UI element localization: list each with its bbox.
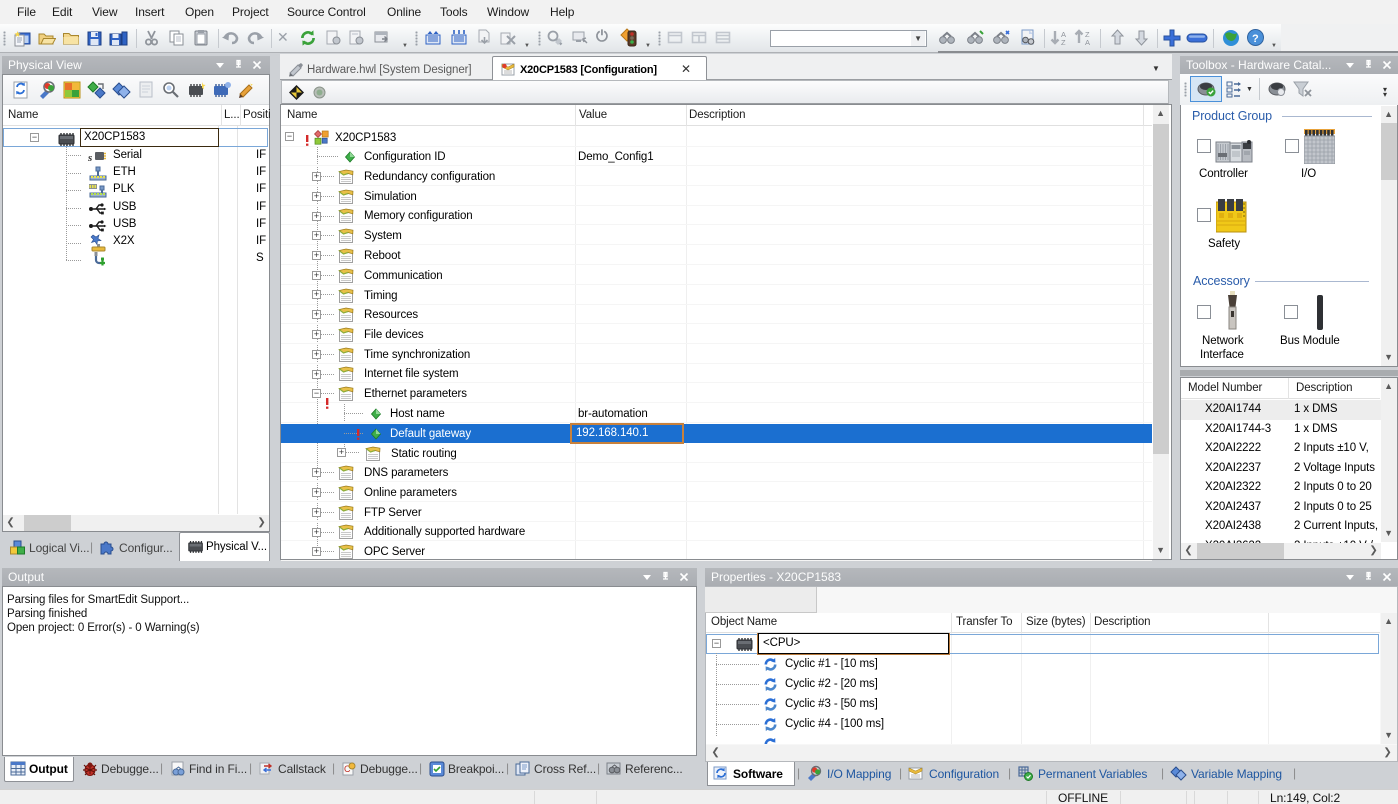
svg-text:Z: Z (1061, 38, 1066, 47)
svg-text:?: ? (1252, 33, 1259, 45)
svg-text:A: A (1085, 38, 1090, 47)
svg-text:s: s (88, 152, 92, 164)
